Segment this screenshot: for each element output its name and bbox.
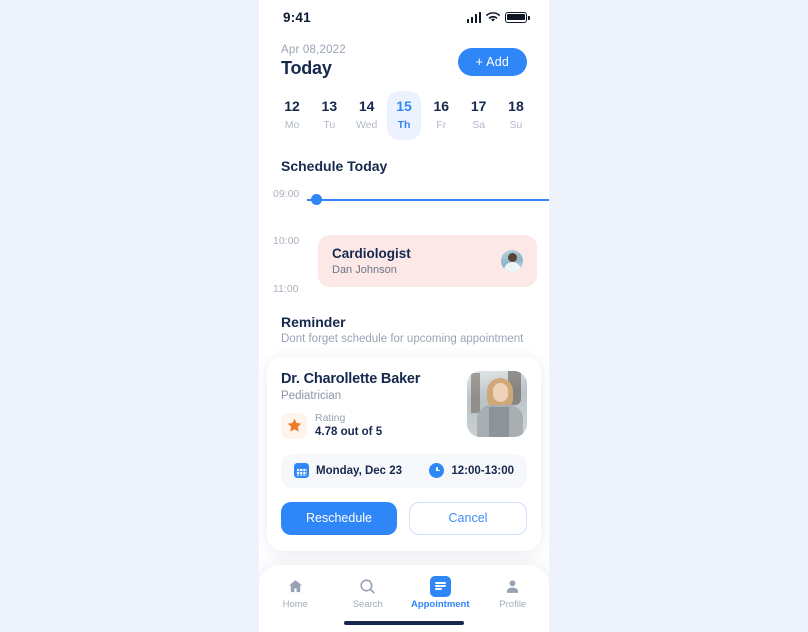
- doctor-name: Dr. Charollette Baker: [281, 370, 421, 387]
- avatar: [501, 249, 523, 272]
- appointment-date: Monday, Dec 23: [294, 463, 403, 479]
- header: Apr 08,2022 Today + Add: [259, 34, 549, 79]
- header-text-group: Apr 08,2022 Today: [281, 44, 346, 79]
- day-name: Wed: [355, 118, 378, 131]
- day-number: 17: [470, 98, 487, 114]
- day-number: 12: [284, 98, 300, 114]
- day-name: Sa: [472, 118, 486, 131]
- reminder-subtitle: Dont forget schedule for upcoming appoin…: [281, 332, 524, 345]
- cancel-button[interactable]: Cancel: [409, 501, 527, 535]
- doctor-specialty: Pediatrician: [281, 389, 342, 402]
- current-time-dot: [311, 193, 322, 205]
- doctor-photo: [467, 370, 527, 437]
- rating-label: Rating: [315, 411, 346, 424]
- appointment-person: Dan Johnson: [332, 263, 397, 276]
- day-number: 16: [433, 98, 450, 114]
- rating-row: Rating 4.78 out of 5: [281, 412, 420, 440]
- day-cell-12[interactable]: 12 Mo: [275, 91, 309, 140]
- add-button[interactable]: + Add: [457, 48, 527, 76]
- nav-item-search[interactable]: Search: [336, 576, 400, 610]
- star-icon: [281, 412, 307, 439]
- day-name: Su: [509, 118, 523, 131]
- phone-screen: 9:41 Apr 08,2022 Today + Add 12 Mo 13 Tu: [259, 0, 549, 632]
- appointment-time-text: 12:00-13:00: [451, 464, 514, 477]
- appointment-time: 12:00-13:00: [429, 463, 514, 479]
- search-icon: [336, 576, 400, 596]
- page-title: Today: [281, 58, 332, 78]
- appointment-datetime-bar: Monday, Dec 23 12:00-13:00: [281, 453, 527, 488]
- doctor-info: Dr. Charollette Baker Pediatrician Ratin…: [281, 371, 420, 440]
- schedule-appointment-card[interactable]: Cardiologist Dan Johnson: [318, 234, 537, 287]
- rating-text-group: Rating 4.78 out of 5: [315, 412, 382, 440]
- schedule-title: Schedule Today: [281, 157, 388, 174]
- day-cell-16[interactable]: 16 Fr: [424, 91, 458, 140]
- nav-label-profile: Profile: [499, 599, 527, 610]
- status-icons: [466, 11, 530, 23]
- reschedule-button[interactable]: Reschedule: [281, 501, 397, 535]
- day-cell-14[interactable]: 14 Wed: [350, 91, 384, 140]
- calendar-icon: [294, 463, 309, 479]
- appointment-icon: [429, 575, 451, 597]
- nav-item-home[interactable]: Home: [263, 576, 327, 610]
- day-name: Mo: [284, 118, 300, 131]
- nav-label-search: Search: [352, 599, 383, 610]
- header-date: Apr 08,2022: [281, 44, 346, 56]
- day-cell-13[interactable]: 13 Tu: [312, 91, 346, 140]
- timeline: 09:00 10:00 11:00 Cardiologist Dan Johns…: [259, 188, 549, 298]
- doctor-row: Dr. Charollette Baker Pediatrician Ratin…: [281, 370, 527, 440]
- day-name: Fr: [436, 118, 447, 131]
- current-time-line: [307, 198, 549, 201]
- action-row: Reschedule Cancel: [281, 501, 527, 535]
- reminder-title: Reminder: [281, 313, 346, 330]
- nav-label-appointment: Appointment: [410, 599, 470, 610]
- appointment-text-group: Cardiologist Dan Johnson: [332, 245, 411, 276]
- day-number: 14: [358, 98, 375, 114]
- cellular-signal-icon: [466, 11, 481, 23]
- day-number: 13: [321, 98, 338, 114]
- nav-label-home: Home: [282, 599, 308, 610]
- reminder-card: Dr. Charollette Baker Pediatrician Ratin…: [267, 356, 541, 551]
- day-name: Th: [397, 118, 411, 131]
- day-number: 18: [508, 98, 524, 114]
- status-time: 9:41: [283, 9, 311, 25]
- day-cell-15-selected[interactable]: 15 Th: [386, 91, 421, 140]
- nav-item-appointment[interactable]: Appointment: [408, 575, 472, 610]
- day-cell-18[interactable]: 18 Su: [499, 91, 533, 140]
- home-icon: [263, 576, 327, 596]
- day-cell-17[interactable]: 17 Sa: [462, 91, 496, 140]
- clock-icon: [429, 463, 445, 479]
- appointment-date-text: Monday, Dec 23: [316, 464, 403, 477]
- time-label-1000: 10:00: [273, 234, 300, 247]
- battery-icon: [505, 11, 530, 23]
- status-bar: 9:41: [259, 0, 549, 34]
- home-indicator: [344, 620, 464, 625]
- day-number: 15: [396, 98, 412, 114]
- appointment-role: Cardiologist: [332, 246, 411, 262]
- time-label-1100: 11:00: [273, 282, 299, 295]
- wifi-icon: [486, 11, 500, 22]
- day-name: Tu: [323, 118, 336, 131]
- nav-item-profile[interactable]: Profile: [481, 576, 545, 610]
- schedule-section: Schedule Today 09:00 10:00 11:00 Cardiol…: [259, 140, 549, 298]
- reminder-section: Reminder Dont forget schedule for upcomi…: [259, 298, 549, 345]
- week-strip: 12 Mo 13 Tu 14 Wed 15 Th 16 Fr 17 Sa 18 …: [259, 79, 549, 140]
- profile-icon: [481, 576, 545, 596]
- time-label-0900: 09:00: [273, 187, 300, 200]
- rating-value: 4.78 out of 5: [315, 425, 383, 438]
